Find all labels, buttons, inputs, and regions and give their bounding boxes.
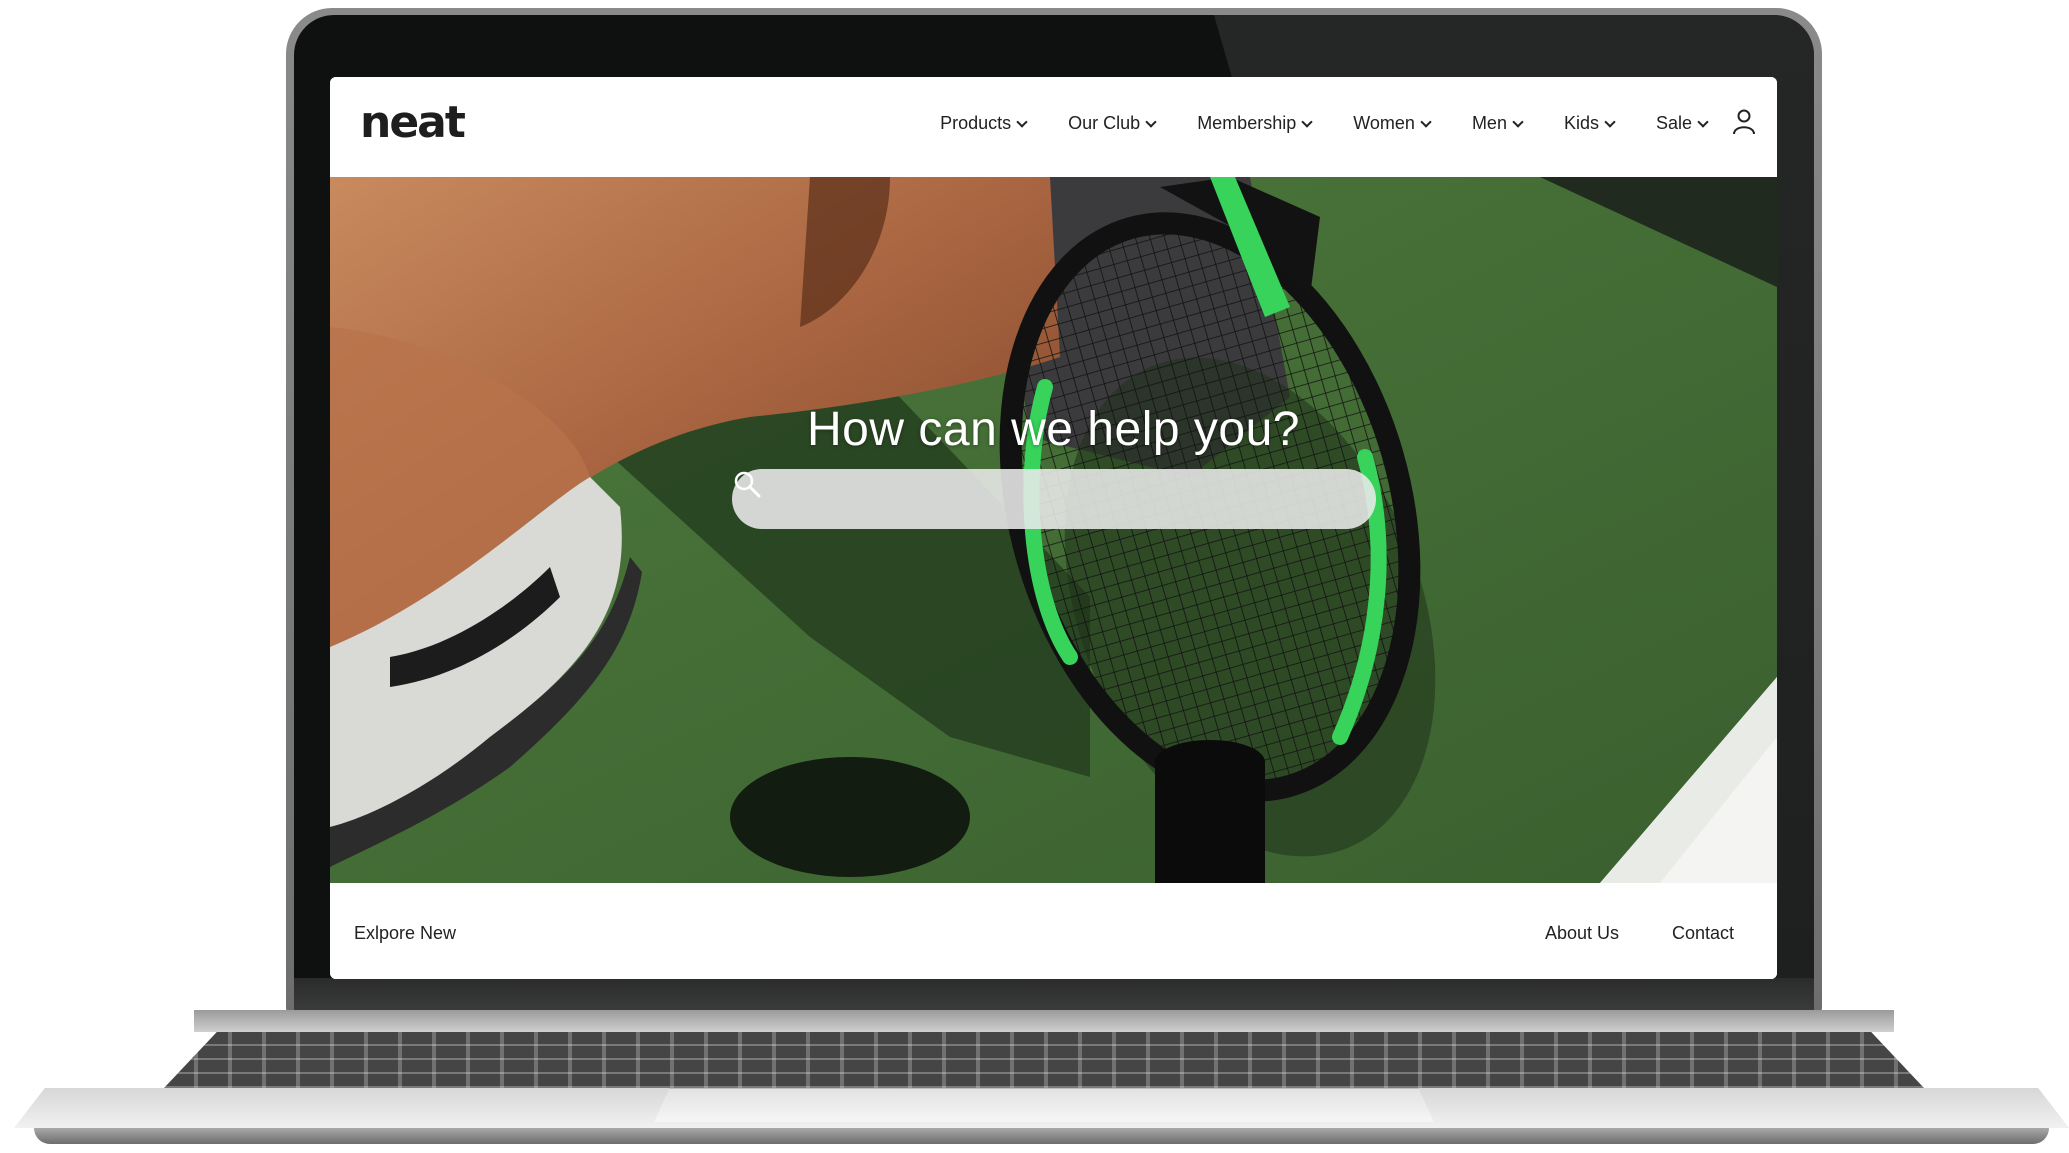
base-edge	[34, 1128, 2049, 1144]
nav-item-kids[interactable]: Kids	[1563, 113, 1616, 134]
nav-item-label: Kids	[1563, 113, 1599, 133]
chevron-down-icon	[1604, 115, 1616, 128]
nav-item-membership[interactable]: Membership	[1197, 113, 1313, 134]
hero-title: How can we help you?	[807, 403, 1300, 456]
nav-item-our-club[interactable]: Our Club	[1068, 113, 1157, 134]
keyboard-rows	[164, 1032, 1924, 1088]
nav-item-sale[interactable]: Sale	[1655, 113, 1709, 134]
laptop-screen: neat Products Our Club Membership Women	[330, 77, 1777, 979]
site-header: neat Products Our Club Membership Women	[330, 77, 1777, 177]
user-icon[interactable]	[1733, 109, 1755, 135]
nav-item-label: Sale	[1655, 113, 1692, 133]
hinge	[194, 1010, 1894, 1032]
main-nav: Products Our Club Membership Women Men K…	[898, 113, 1709, 134]
hero-photo	[330, 177, 1777, 883]
trackpad	[654, 1088, 1434, 1122]
hero-banner: How can we help you?	[330, 177, 1777, 883]
chevron-down-icon	[1697, 115, 1709, 128]
nav-item-products[interactable]: Products	[940, 113, 1028, 134]
brand-logo[interactable]: neat	[360, 97, 466, 148]
laptop-base	[14, 1010, 2069, 1153]
search-icon	[734, 471, 761, 498]
nav-item-women[interactable]: Women	[1353, 113, 1432, 134]
contact-link[interactable]: Contact	[1672, 923, 1734, 944]
nav-item-label: Women	[1353, 113, 1415, 133]
chevron-down-icon	[1145, 115, 1157, 128]
laptop-chin	[294, 978, 1814, 1010]
nav-item-label: Membership	[1197, 113, 1297, 133]
about-us-link[interactable]: About Us	[1545, 923, 1619, 944]
chevron-down-icon	[1512, 115, 1524, 128]
nav-item-men[interactable]: Men	[1471, 113, 1524, 134]
chevron-down-icon	[1016, 115, 1028, 128]
search-bar[interactable]	[732, 469, 1376, 529]
chevron-down-icon	[1420, 115, 1432, 128]
laptop-mockup: neat Products Our Club Membership Women	[0, 0, 2069, 1153]
nav-item-label: Products	[940, 113, 1012, 133]
nav-item-label: Our Club	[1068, 113, 1141, 133]
site-footer: Exlpore New About Us Contact	[330, 883, 1777, 979]
explore-new-link[interactable]: Exlpore New	[354, 923, 456, 944]
nav-item-label: Men	[1471, 113, 1507, 133]
chevron-down-icon	[1301, 115, 1313, 128]
search-input[interactable]	[802, 479, 1352, 519]
